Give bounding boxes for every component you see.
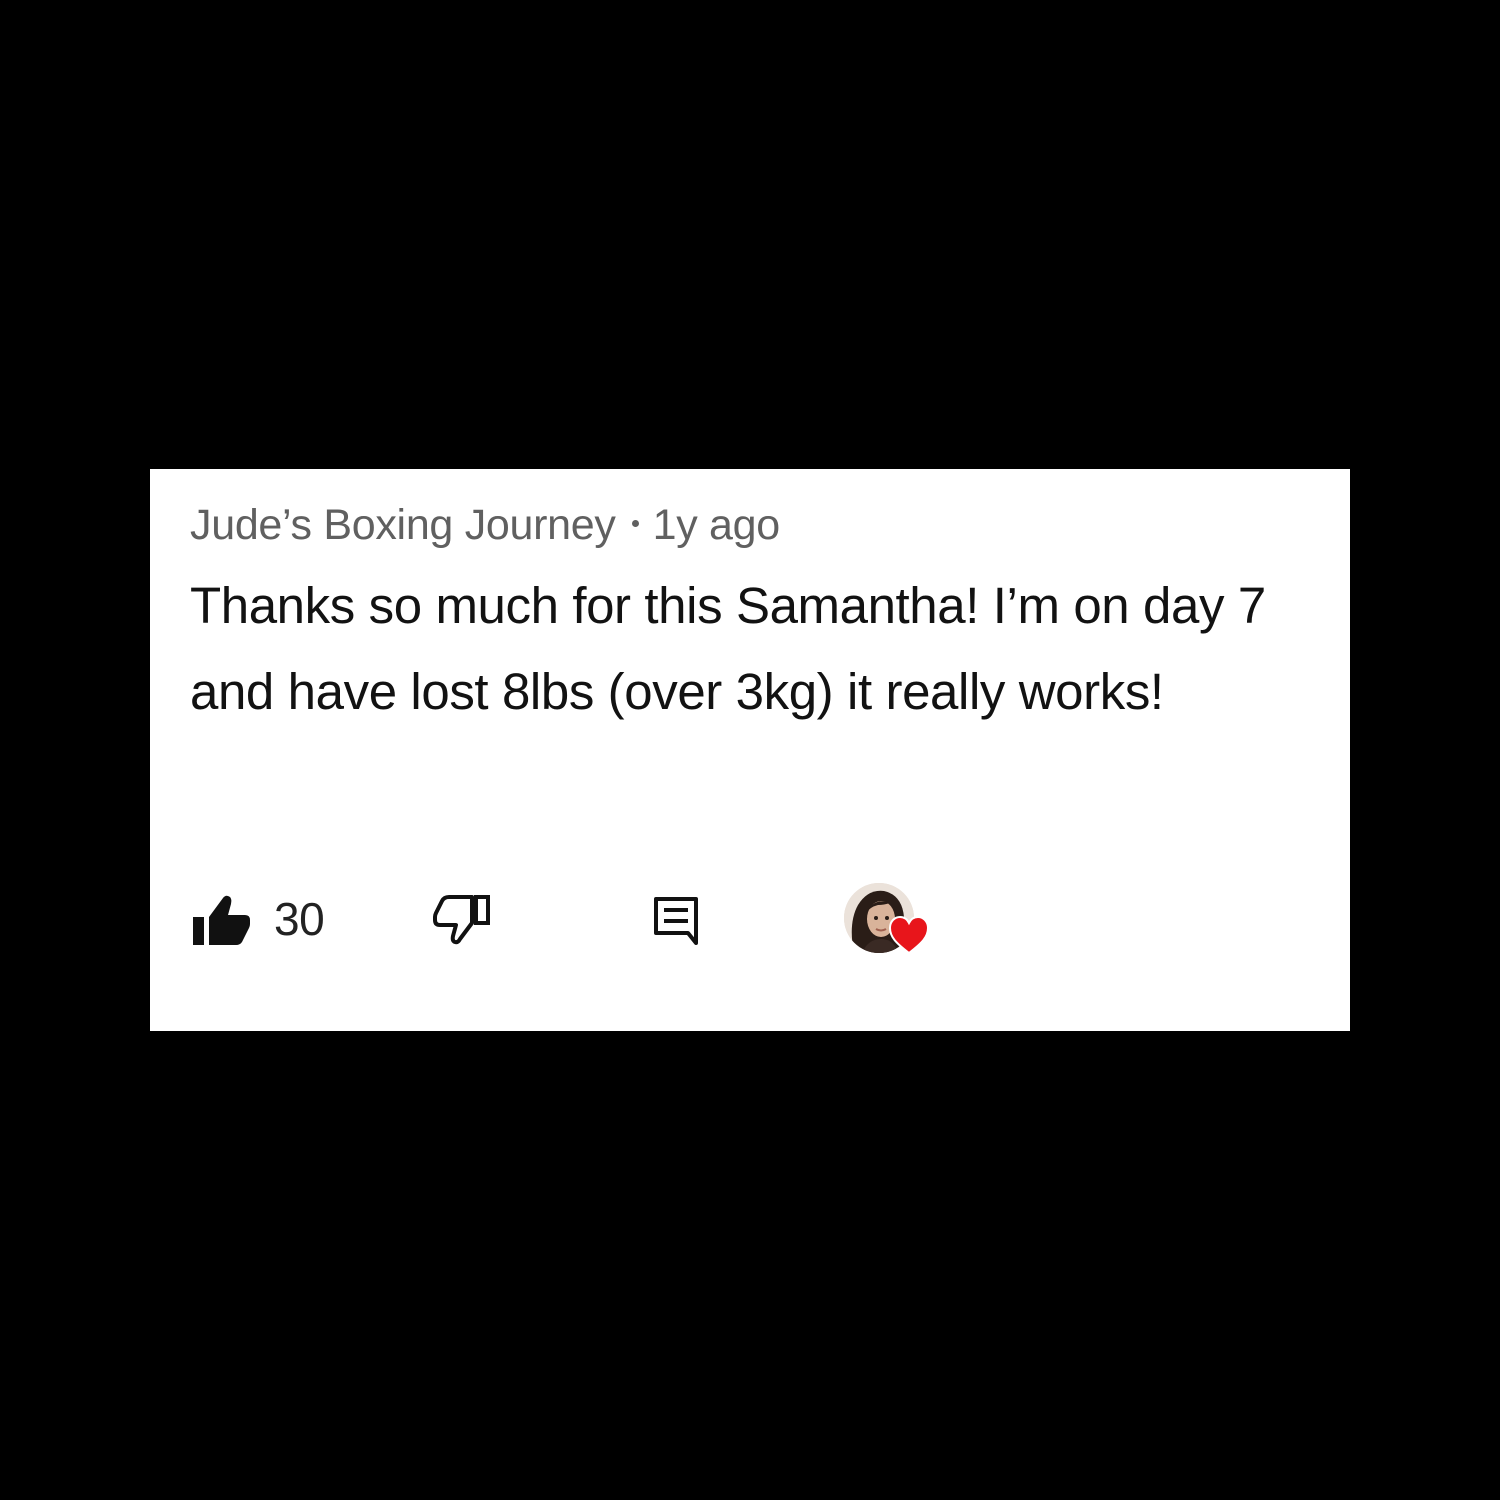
creator-heart xyxy=(844,881,940,965)
like-count: 30 xyxy=(274,893,325,945)
author-name[interactable]: Jude’s Boxing Journey xyxy=(190,501,616,549)
like-button[interactable]: 30 xyxy=(190,889,325,949)
separator-dot xyxy=(631,520,639,528)
reply-comment-icon[interactable] xyxy=(652,895,700,947)
comment-actions: 30 xyxy=(190,881,1310,961)
thumbs-down-icon[interactable] xyxy=(430,891,494,951)
comment-text: Thanks so much for this Samantha! I’m on… xyxy=(190,577,1266,720)
comment-age[interactable]: 1y ago xyxy=(653,501,781,549)
dislike-button[interactable] xyxy=(430,891,494,956)
screenshot-background: Jude’s Boxing Journey 1y ago Thanks so mu… xyxy=(0,0,1500,1500)
thumbs-up-icon[interactable] xyxy=(190,891,252,947)
comment-card: Jude’s Boxing Journey 1y ago Thanks so mu… xyxy=(150,469,1350,1031)
heart-icon xyxy=(888,915,930,955)
comment-header: Jude’s Boxing Journey 1y ago xyxy=(190,497,1310,553)
reply-button[interactable] xyxy=(652,895,700,952)
